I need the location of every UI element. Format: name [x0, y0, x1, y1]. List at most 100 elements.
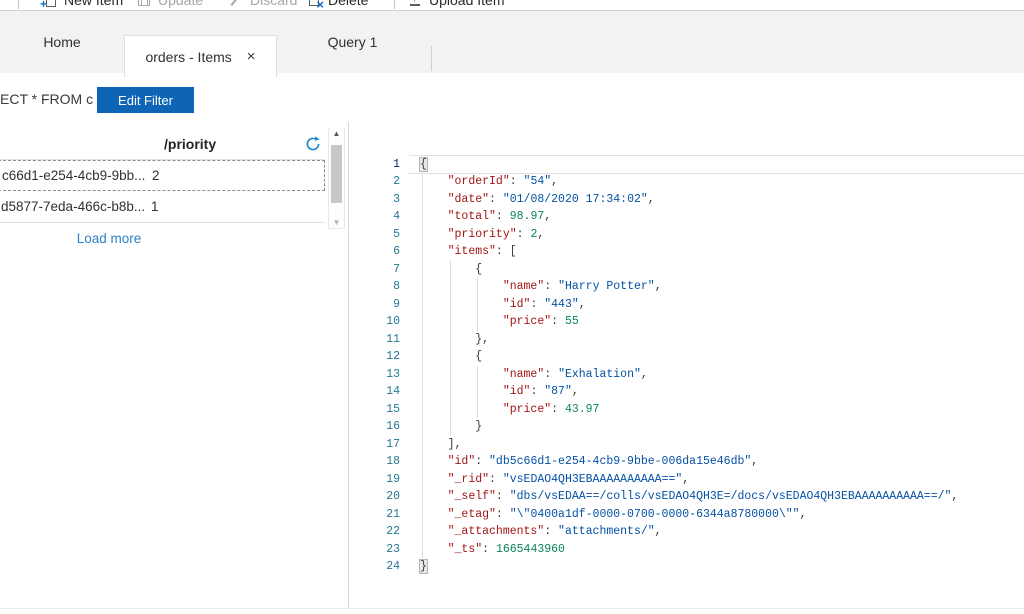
edit-filter-button[interactable]: Edit Filter [97, 87, 194, 113]
editor-line[interactable]: 4 "total": 98.97, [349, 208, 1024, 226]
line-number: 19 [386, 472, 400, 486]
tab-orders-items[interactable]: orders - Items × [124, 35, 277, 77]
code-text: "price": 55 [502, 315, 579, 328]
code-text: "id": "db5c66d1-e254-4cb9-9bbe-006da15e4… [447, 455, 759, 468]
toolbar-button-label: New Item [64, 0, 124, 8]
toolbar-button-update[interactable]: Update [136, 0, 203, 10]
line-number: 21 [386, 507, 400, 521]
scrollbar-down-icon[interactable]: ▼ [329, 218, 344, 227]
partition-key-column-header: /priority [164, 136, 217, 152]
new-item-icon [40, 0, 58, 10]
toolbar-button-label: Update [158, 0, 204, 8]
editor-line[interactable]: 14 "id": "87", [349, 383, 1024, 401]
toolbar-button-new-item[interactable]: New Item [40, 0, 124, 10]
line-number: 8 [393, 280, 400, 293]
code-text: { [475, 350, 483, 363]
line-number: 3 [393, 192, 400, 206]
cosmos-data-explorer: New Item Update Discard Delete Upload Item H… [0, 0, 1024, 614]
editor-line[interactable]: 17 ], [349, 435, 1024, 453]
code-text: "priority": 2, [447, 227, 545, 241]
editor-line[interactable]: 1{ [349, 156, 1024, 174]
tab-label: orders - Items [145, 48, 232, 65]
code-text: "items": [ [447, 245, 517, 258]
code-text: "price": 43.97 [502, 402, 600, 416]
code-text: } [475, 420, 483, 433]
editor-line[interactable]: 22 "_attachments": "attachments/", [349, 523, 1024, 541]
bottom-border [0, 608, 1024, 609]
row-divider [0, 222, 325, 223]
line-number: 24 [386, 560, 400, 573]
editor-line[interactable]: 11 }, [349, 330, 1024, 348]
line-number: 6 [393, 245, 400, 258]
refresh-icon[interactable] [304, 135, 322, 153]
code-text: "id": "87", [502, 385, 579, 398]
code-text: "name": "Harry Potter", [502, 280, 662, 293]
code-text: "id": "443", [502, 297, 586, 311]
upload-item-icon [407, 0, 423, 8]
editor-line[interactable]: 7 { [349, 260, 1024, 278]
save-icon [136, 0, 152, 8]
line-number: 9 [393, 297, 400, 311]
editor-line[interactable]: 9 "id": "443", [349, 295, 1024, 313]
editor-line[interactable]: 16 } [349, 418, 1024, 436]
editor-line[interactable]: 23 "_ts": 1665443960 [349, 540, 1024, 558]
json-document-editor[interactable]: 1{2 "orderId": "54", 3 "date": "01/08/202… [349, 128, 1024, 608]
code-text: "total": 98.97, [447, 210, 552, 223]
editor-line[interactable]: 18 "id": "db5c66d1-e254-4cb9-9bbe-006da1… [349, 453, 1024, 471]
command-bar: New Item Update Discard Delete Upload Item [0, 0, 1024, 10]
load-more-link[interactable]: Load more [63, 231, 155, 246]
filter-row: ECT * FROM c Edit Filter [0, 73, 1024, 125]
toolbar-separator [18, 0, 19, 9]
editor-line[interactable]: 13 "name": "Exhalation", [349, 365, 1024, 383]
bracket-match-highlight: } [420, 560, 427, 573]
toolbar-button-discard[interactable]: Discard [228, 0, 297, 10]
line-number: 5 [393, 227, 400, 241]
tab-query-1[interactable]: Query 1 [277, 11, 428, 73]
editor-line[interactable]: 6 "items": [ [349, 243, 1024, 261]
scrollbar-thumb[interactable] [331, 145, 342, 203]
editor-line[interactable]: 19 "_rid": "vsEDAO4QH3EBAAAAAAAAAA==", [349, 470, 1024, 488]
delete-icon [306, 0, 324, 10]
scrollbar-up-icon[interactable]: ▲ [329, 129, 344, 138]
editor-line[interactable]: 5 "priority": 2, [349, 225, 1024, 243]
document-priority-value: 2 [152, 168, 160, 183]
editor-line[interactable]: 21 "_etag": "\"0400a1df-0000-0700-0000-6… [349, 505, 1024, 523]
editor-line[interactable]: 3 "date": "01/08/2020 17:34:02", [349, 190, 1024, 208]
editor-line[interactable]: 8 "name": "Harry Potter", [349, 278, 1024, 296]
document-id: c66d1-e254-4cb9-9bb... [2, 168, 146, 183]
line-number: 23 [386, 542, 400, 556]
editor-line[interactable]: 12 { [349, 348, 1024, 366]
line-number: 15 [386, 402, 400, 416]
tab-home[interactable]: Home [0, 11, 124, 73]
editor-line[interactable]: 20 "_self": "dbs/vsEDAA==/colls/vsEDAO4Q… [349, 488, 1024, 506]
toolbar-button-delete[interactable]: Delete [306, 0, 368, 10]
line-number: 16 [386, 420, 400, 433]
tab-separator [431, 46, 432, 71]
editor-line[interactable]: 24} [349, 558, 1024, 576]
line-number: 10 [386, 315, 400, 328]
documents-scrollbar[interactable]: ▲ ▼ [328, 128, 345, 229]
toolbar-separator [394, 0, 395, 9]
line-number: 11 [386, 332, 400, 346]
line-number: 13 [386, 367, 400, 381]
line-number: 7 [393, 262, 400, 276]
toolbar-button-label: Delete [328, 0, 369, 8]
editor-line[interactable]: 15 "price": 43.97 [349, 400, 1024, 418]
editor-line[interactable]: 2 "orderId": "54", [349, 173, 1024, 191]
line-number: 1 [393, 157, 400, 171]
tab-label: Query 1 [327, 34, 378, 50]
line-number: 22 [386, 525, 400, 538]
document-row[interactable]: c66d1-e254-4cb9-9bb... 2 [0, 160, 325, 191]
document-row[interactable]: d5877-7eda-466c-b8b... 1 [0, 191, 325, 222]
code-text: "date": "01/08/2020 17:34:02", [447, 192, 655, 206]
line-number: 18 [386, 455, 400, 468]
close-icon[interactable]: × [247, 49, 256, 64]
tab-label: Home [43, 34, 81, 50]
line-number: 12 [386, 350, 400, 363]
toolbar-button-upload-item[interactable]: Upload Item [407, 0, 504, 10]
tab-bar: Home orders - Items × Query 1 [0, 11, 1024, 77]
code-text: }, [475, 332, 490, 346]
query-text: ECT * FROM c [0, 91, 94, 107]
line-number: 14 [386, 385, 400, 398]
editor-line[interactable]: 10 "price": 55 [349, 313, 1024, 331]
